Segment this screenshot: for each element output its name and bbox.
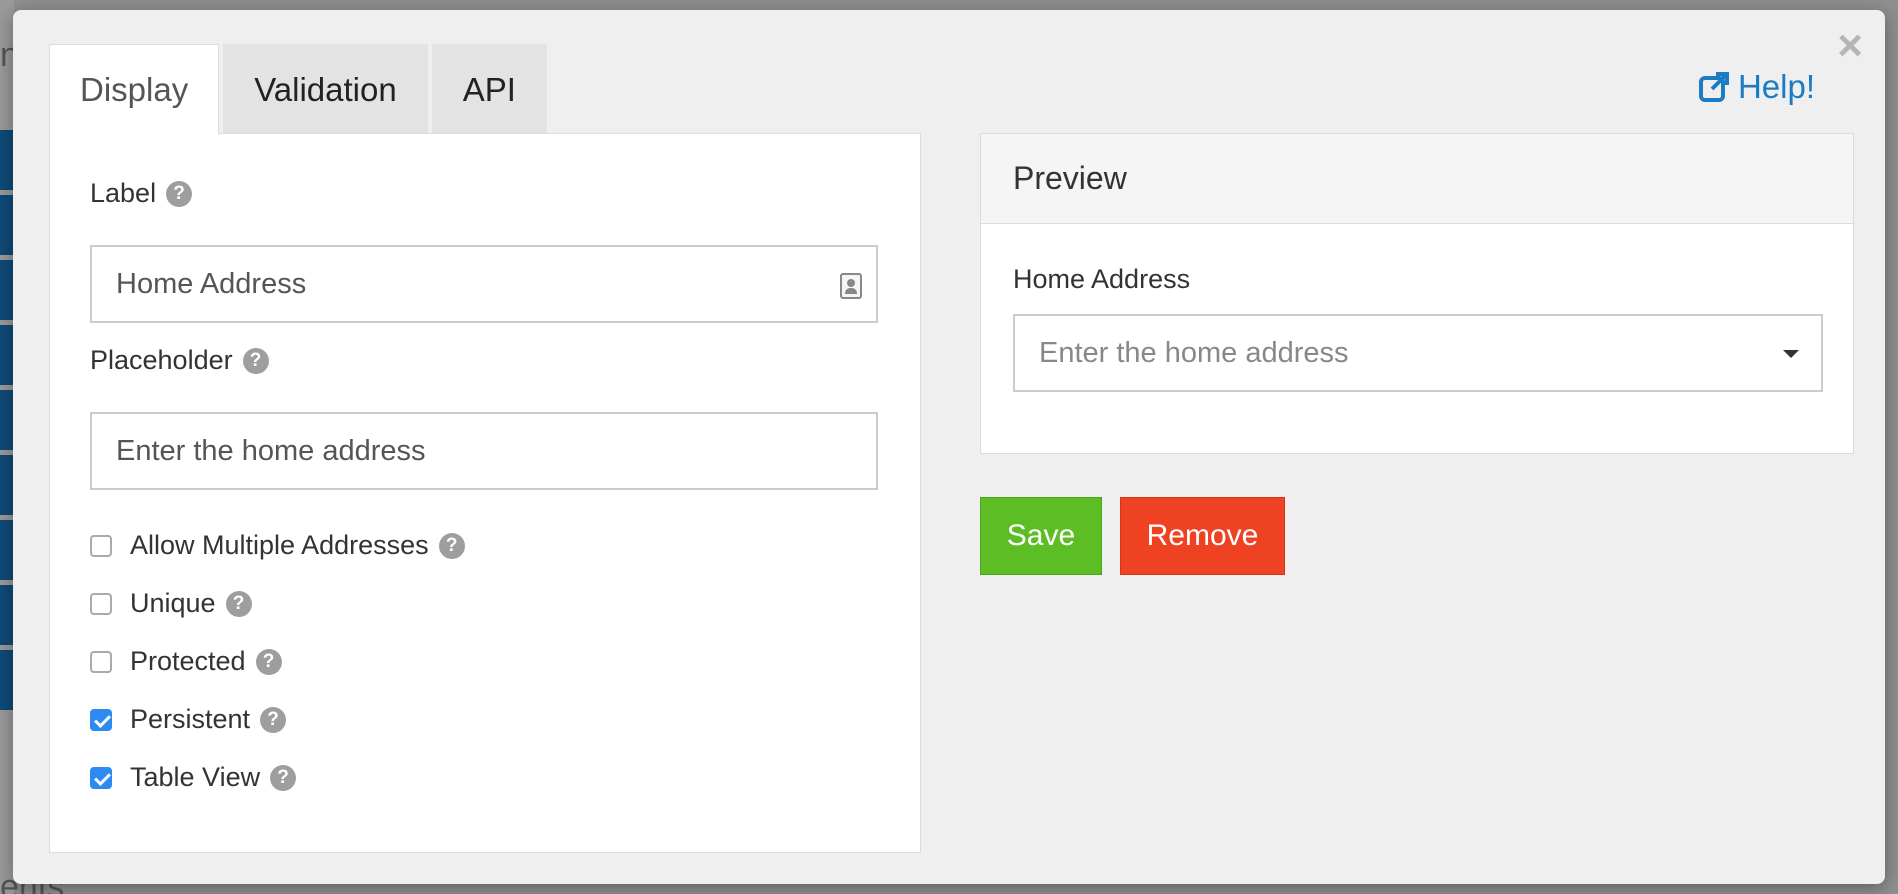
preview-address-select[interactable]: Enter the home address (1013, 314, 1823, 392)
background-blue-bar (0, 390, 14, 450)
placeholder-input-value: Enter the home address (116, 434, 426, 467)
external-link-icon (1698, 72, 1729, 102)
persistent-checkbox[interactable] (90, 708, 112, 731)
checkbox-row-unique: Unique ? (90, 588, 252, 619)
help-question-icon[interactable]: ? (166, 180, 193, 207)
save-button[interactable]: Save (980, 497, 1102, 575)
display-tab-panel: Label ? Home Address Placeholder ? Enter… (49, 133, 921, 853)
tab-api[interactable]: API (431, 44, 547, 134)
checkbox-label: Allow Multiple Addresses (130, 530, 429, 560)
tab-bar: Display Validation API (49, 44, 551, 135)
label-input[interactable]: Home Address (90, 245, 878, 323)
help-link[interactable]: Help! (1698, 68, 1815, 106)
help-question-icon[interactable]: ? (438, 532, 465, 559)
remove-button[interactable]: Remove (1120, 497, 1285, 575)
allow-multiple-checkbox[interactable] (90, 534, 112, 557)
background-blue-bar (0, 325, 14, 385)
help-question-icon[interactable]: ? (225, 590, 252, 617)
unique-checkbox[interactable] (90, 592, 112, 615)
background-blue-bar (0, 520, 14, 580)
checkbox-row-allow-multiple: Allow Multiple Addresses ? (90, 530, 465, 561)
tab-display[interactable]: Display (49, 44, 220, 135)
help-question-icon[interactable]: ? (260, 706, 287, 733)
help-question-icon[interactable]: ? (255, 648, 282, 675)
placeholder-field-label: Placeholder ? (90, 345, 269, 376)
label-input-value: Home Address (116, 267, 307, 300)
preview-title: Preview (981, 134, 1853, 224)
preview-select-placeholder: Enter the home address (1039, 336, 1349, 369)
background-blue-bar (0, 260, 14, 320)
chevron-down-icon (1783, 350, 1799, 358)
checkbox-label: Table View (130, 762, 261, 792)
preview-panel: Preview Home Address Enter the home addr… (980, 133, 1854, 454)
preview-field-label: Home Address (1013, 264, 1191, 294)
component-settings-modal: × Display Validation API Help! Label ? H… (13, 10, 1885, 884)
label-field-text: Label (90, 178, 157, 208)
help-link-label: Help! (1737, 68, 1815, 105)
background-blue-bar (0, 650, 14, 710)
placeholder-input[interactable]: Enter the home address (90, 412, 878, 490)
background-blue-bar (0, 195, 14, 255)
label-field-label: Label ? (90, 178, 193, 209)
background-blue-bar (0, 455, 14, 515)
close-icon[interactable]: × (1837, 24, 1863, 68)
help-question-icon[interactable]: ? (242, 347, 269, 374)
placeholder-field-text: Placeholder (90, 345, 233, 375)
checkbox-row-protected: Protected ? (90, 646, 282, 677)
checkbox-row-table-view: Table View ? (90, 762, 297, 793)
checkbox-label: Unique (130, 588, 216, 618)
checkbox-label: Protected (130, 646, 246, 676)
protected-checkbox[interactable] (90, 650, 112, 673)
background-blue-bar (0, 130, 14, 190)
help-question-icon[interactable]: ? (270, 764, 297, 791)
table-view-checkbox[interactable] (90, 766, 112, 789)
contact-card-icon (840, 273, 862, 299)
tab-validation[interactable]: Validation (223, 44, 428, 134)
checkbox-label: Persistent (130, 704, 251, 734)
background-blue-bar (0, 585, 14, 645)
checkbox-row-persistent: Persistent ? (90, 704, 287, 735)
